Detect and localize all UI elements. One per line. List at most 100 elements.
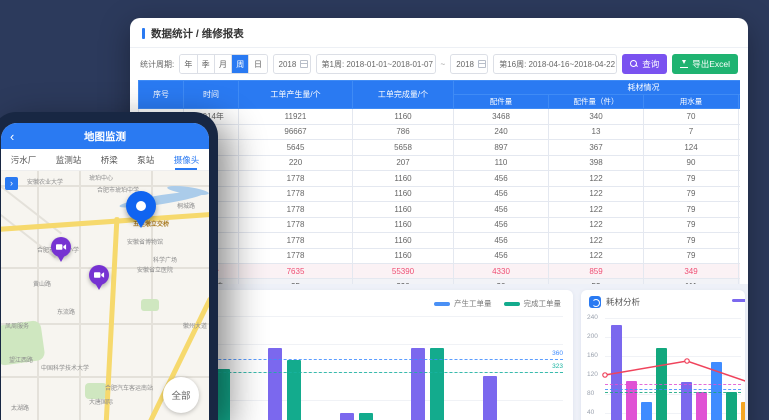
map-expand-button[interactable]: › [5,177,18,190]
phone-tab-监测站[interactable]: 监测站 [56,149,82,170]
table-cell: 456 [454,233,549,249]
map-label: 黄山路 [33,279,51,288]
table-cell: 690 [739,124,741,140]
sub-column-header: 配件量 [454,95,549,109]
table-header-row: 序号时间工单产生量/个工单完成量/个耗材情况 [139,81,741,95]
map-label: 桐城路 [177,201,195,210]
table-cell: 67 [739,217,741,233]
phone-tab-污水厂[interactable]: 污水厂 [11,149,37,170]
phone-tab-桥梁[interactable]: 桥梁 [101,149,118,170]
search-icon [630,60,638,68]
consumable-chart-card: 耗材分析 2402001601208040 [581,290,745,420]
table-row[interactable]: 7177811604561227967 [139,202,741,218]
year-end-select[interactable]: 2018 [450,54,488,74]
phone-screen: ‹ 地图监测 污水厂监测站桥梁泵站摄像头 [1,123,209,420]
calendar-icon [478,60,486,68]
table-cell: 13 [549,124,644,140]
report-table-container: 序号时间工单产生量/个工单完成量/个耗材情况配件量配件量（件）用水量电量1201… [138,80,740,295]
table-row[interactable]: 5177811604561227967 [139,171,741,187]
period-segmented-control: 年季月周日 [179,54,267,74]
phone-tab-摄像头[interactable]: 摄像头 [174,149,200,170]
phone-tab-bar: 污水厂监测站桥梁泵站摄像头 [1,149,209,171]
average-line-label: 360 [552,350,563,357]
map-label: 合肥汽车客运南站 [105,383,153,392]
map-park [141,299,159,311]
calendar-icon [300,60,308,68]
table-cell: 456 [454,202,549,218]
table-row[interactable]: 296667786240137690 [139,124,741,140]
table-cell: 1778 [239,202,353,218]
table-cell: 250 [739,109,741,125]
table-cell: 122 [549,217,644,233]
sub-column-header: 配件量（件） [549,95,644,109]
table-row[interactable]: 9177811604561227967 [139,233,741,249]
phone-tab-泵站[interactable]: 泵站 [137,149,154,170]
legend-item-generated[interactable]: 产生工单量 [434,298,492,309]
table-cell: 67 [739,202,741,218]
breadcrumb: 数据统计 / 维修报表 [130,18,748,47]
column-header: 工单完成量/个 [353,81,454,109]
map-label: 安徽省立医院 [137,265,173,274]
table-cell: 340 [549,109,644,125]
screenshot-stage: 数据统计 / 维修报表 统计周期: 年季月周日 2018 第1周: 2018-0… [0,0,769,420]
back-icon[interactable]: ‹ [10,130,14,143]
segment-日[interactable]: 日 [249,55,266,73]
table-cell: 70 [644,109,739,125]
table-cell: 79 [644,202,739,218]
legend-item-completed[interactable]: 完成工单量 [504,298,562,309]
table-row[interactable]: 12014年119211160346834070250 [139,109,741,125]
week-start-value: 第1周: 2018-01-01~2018-01-07 [322,59,433,70]
group-column-header: 耗材情况 [454,81,741,95]
map-road [79,171,81,420]
segment-季[interactable]: 季 [198,55,215,73]
map-view[interactable]: › 全部 琥珀中心合肥市琥珀中学安徽农业大学桐城路五里墩立交桥合肥市宁溪小学安徽… [1,171,209,420]
breadcrumb-accent-bar [142,28,145,39]
table-cell: 1778 [239,186,353,202]
table-cell: 79 [644,186,739,202]
week-end-input[interactable]: 第16周: 2018-04-16~2018-04-22 [493,54,617,74]
range-separator: ~ [441,60,446,69]
table-cell: 1778 [239,217,353,233]
year-start-value: 2018 [279,60,297,69]
export-excel-button[interactable]: 导出Excel [672,54,738,74]
table-cell: 5645 [239,140,353,156]
table-row[interactable]: 8177811604561227967 [139,217,741,233]
bar-完成工单量 [359,413,373,420]
camera-pin[interactable] [89,265,109,285]
year-end-value: 2018 [456,60,474,69]
table-cell: 67 [739,171,741,187]
breadcrumb-text: 数据统计 / 维修报表 [151,26,244,41]
pie-chart-icon [589,296,601,308]
phone-mockup: ‹ 地图监测 污水厂监测站桥梁泵站摄像头 [0,112,218,420]
query-button[interactable]: 查询 [622,54,667,74]
download-icon [680,60,688,68]
table-cell: 67 [739,248,741,264]
year-start-select[interactable]: 2018 [273,54,311,74]
table-cell: 1160 [353,186,454,202]
table-cell: 1160 [353,248,454,264]
map-filter-all-button[interactable]: 全部 [163,377,199,413]
table-cell: 456 [454,217,549,233]
table-row[interactable]: 356455658897367124129 [139,140,741,156]
table-cell: 3468 [454,109,549,125]
table-cell: 1160 [353,171,454,187]
segment-月[interactable]: 月 [215,55,232,73]
week-start-input[interactable]: 第1周: 2018-01-01~2018-01-07 [316,54,436,74]
camera-pin[interactable] [51,237,71,257]
table-cell: 11921 [239,109,353,125]
table-cell: 220 [239,155,353,171]
location-pin[interactable] [126,191,156,221]
table-row[interactable]: 10177811604561227967 [139,248,741,264]
table-row[interactable]: 6177811604561227967 [139,186,741,202]
table-cell: 1778 [239,233,353,249]
legend-swatch [434,302,450,306]
sub-column-header: 用水量 [644,95,739,109]
table-cell: 67 [739,186,741,202]
segment-周[interactable]: 周 [232,55,249,73]
segment-年[interactable]: 年 [180,55,197,73]
table-row[interactable]: 42202071103989019 [139,155,741,171]
table-cell: 79 [644,171,739,187]
table-cell: 79 [644,233,739,249]
table-cell: 122 [549,202,644,218]
map-label: 安徽农业大学 [27,177,63,186]
